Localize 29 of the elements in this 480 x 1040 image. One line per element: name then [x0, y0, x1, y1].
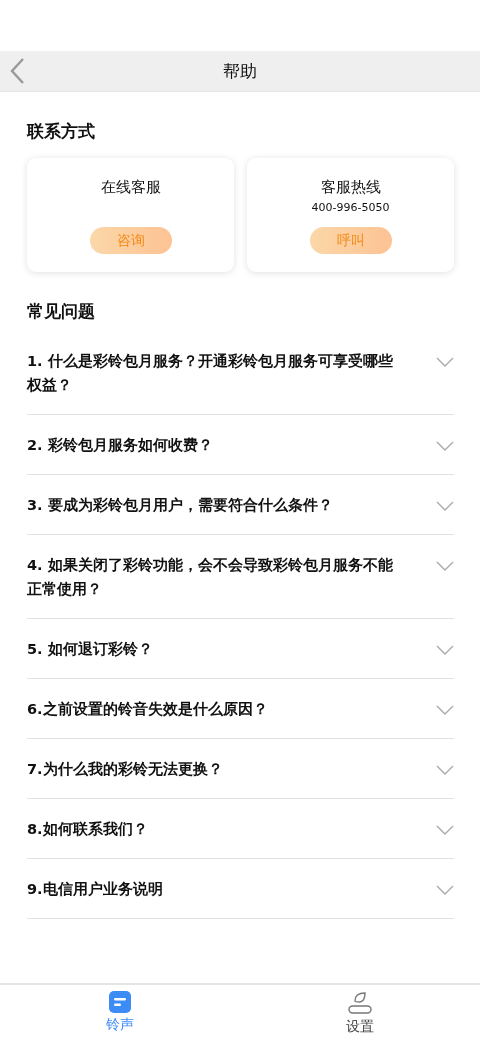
faq-item[interactable]: 9.电信用户业务说明	[27, 859, 454, 919]
phone-number: 400-996-5050	[311, 201, 390, 214]
faq-question: 3. 要成为彩铃包月用户，需要符合什么条件？	[27, 496, 334, 515]
section-title: 联系方式	[27, 120, 96, 143]
faq-item[interactable]: 5. 如何退订彩铃？	[27, 619, 454, 679]
faq-item[interactable]: 8.如何联系我们？	[27, 799, 454, 859]
page-title: 帮助	[223, 59, 257, 83]
faq-item[interactable]: 4. 如果关闭了彩铃功能，会不会导致彩铃包月服务不能正常使用？	[27, 535, 454, 619]
back-icon[interactable]	[9, 57, 25, 85]
section-title: 常见问题	[27, 300, 96, 323]
faq-item[interactable]: 6.之前设置的铃音失效是什么原因？	[27, 679, 454, 739]
tab-item[interactable]: 铃声	[0, 985, 240, 1040]
faq-item[interactable]: 1. 什么是彩铃包月服务？开通彩铃包月服务可享受哪些权益？	[27, 331, 454, 415]
faq-question: 5. 如何退订彩铃？	[27, 640, 154, 659]
faq-item[interactable]: 3. 要成为彩铃包月用户，需要符合什么条件？	[27, 475, 454, 535]
faq-question: 7.为什么我的彩铃无法更换？	[27, 760, 224, 779]
person-icon	[348, 991, 372, 1015]
faq-item[interactable]: 2. 彩铃包月服务如何收费？	[27, 415, 454, 475]
tab-item[interactable]: 设置	[240, 985, 480, 1040]
card-title: 客服热线	[320, 178, 381, 197]
faq-question: 9.电信用户业务说明	[27, 880, 164, 899]
card-title: 在线客服	[100, 178, 161, 197]
faq-item[interactable]: 7.为什么我的彩铃无法更换？	[27, 739, 454, 799]
faq-question: 6.之前设置的铃音失效是什么原因？	[27, 700, 269, 719]
faq-question: 8.如何联系我们？	[27, 820, 149, 839]
faq-question: 1. 什么是彩铃包月服务？开通彩铃包月服务可享受哪些权益？	[27, 352, 394, 395]
faq-question: 2. 彩铃包月服务如何收费？	[27, 436, 214, 455]
faq-question: 4. 如果关闭了彩铃功能，会不会导致彩铃包月服务不能正常使用？	[27, 556, 394, 599]
list-icon	[109, 991, 131, 1013]
